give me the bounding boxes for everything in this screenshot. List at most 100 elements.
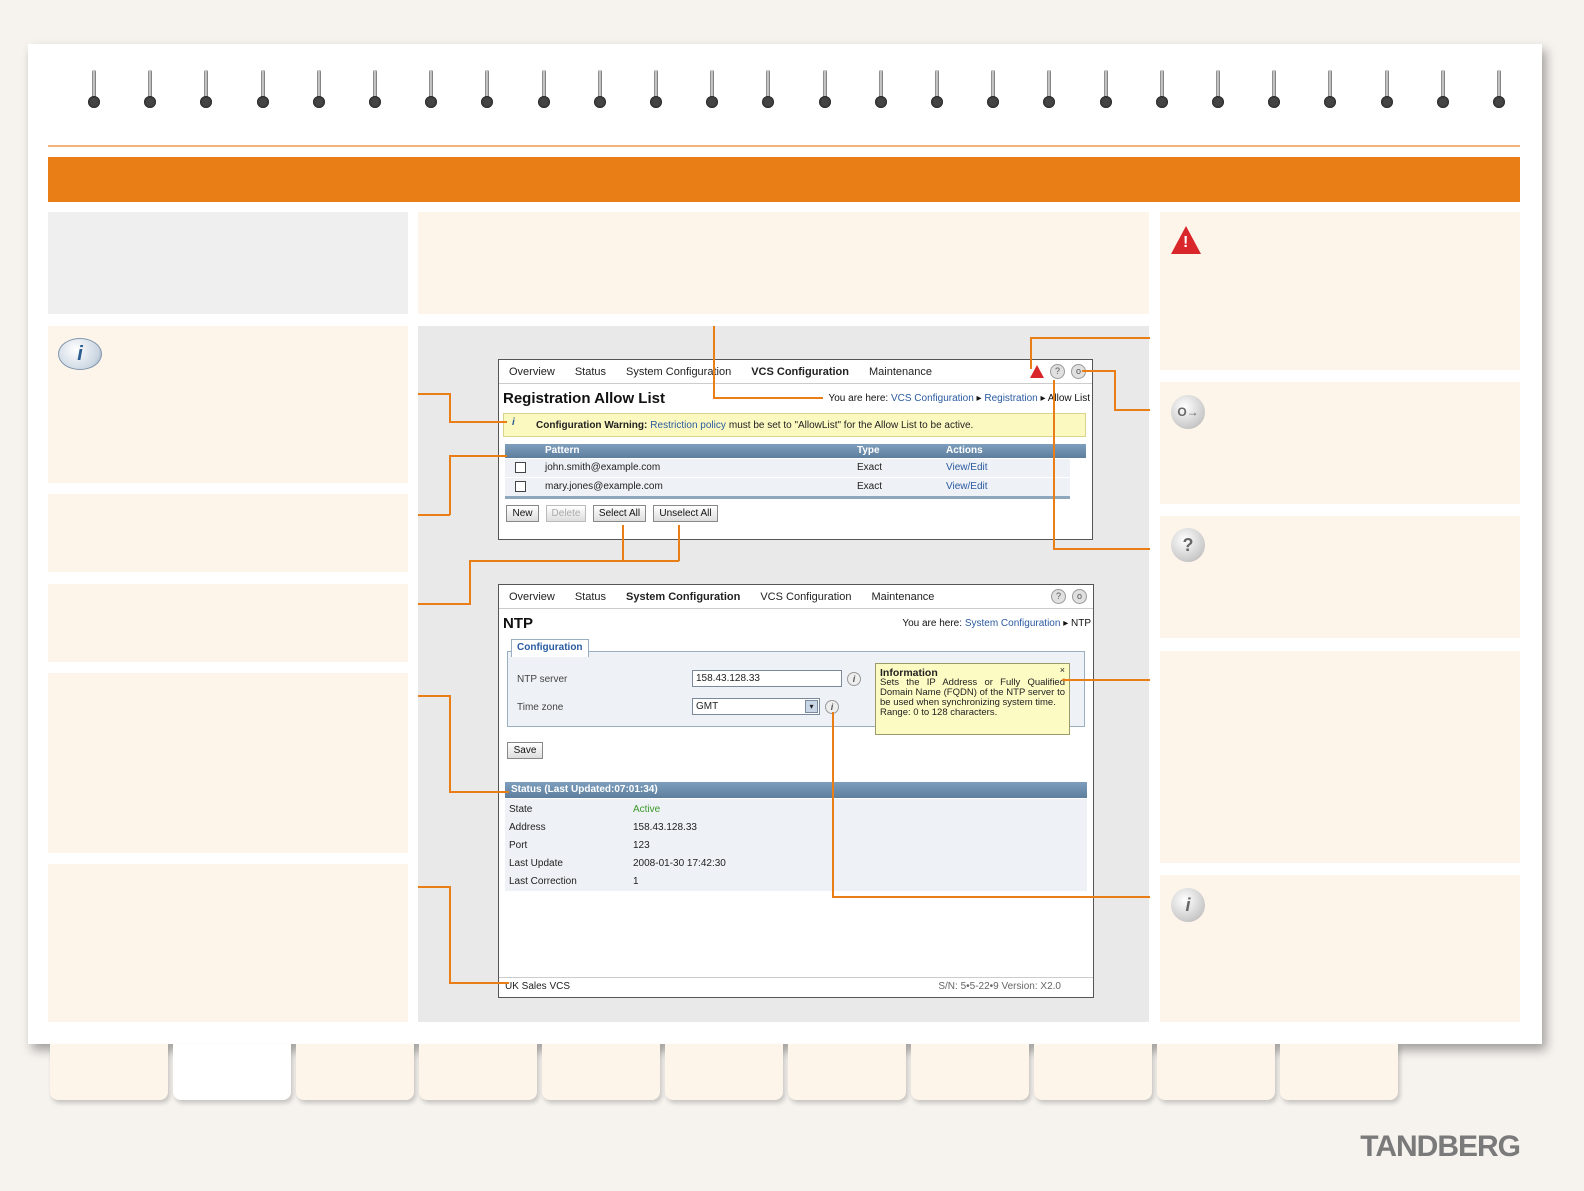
binding-ring — [481, 70, 495, 110]
nav-vcs-configuration[interactable]: VCS Configuration — [760, 591, 851, 603]
binding-ring — [1099, 70, 1114, 110]
chevron-down-icon[interactable]: ▾ — [805, 700, 818, 713]
logout-icon[interactable]: o — [1072, 589, 1087, 604]
ntp-server-label: NTP server — [517, 674, 568, 685]
callout-line — [449, 421, 507, 423]
section-tab[interactable] — [296, 1044, 414, 1100]
row-checkbox[interactable] — [515, 481, 526, 492]
binding-ring — [537, 70, 552, 110]
status-label: Port — [509, 840, 528, 851]
nav-vcs-configuration[interactable]: VCS Configuration — [751, 366, 849, 378]
status-label: Last Update — [509, 858, 563, 869]
section-tab[interactable] — [911, 1044, 1029, 1100]
callout-line — [418, 514, 450, 516]
callout-line — [1114, 409, 1150, 411]
binding-ring — [144, 70, 158, 110]
breadcrumb: You are here: System Configuration ▸ NTP — [902, 618, 1091, 629]
version-info: S/N: 5•5-22•9 Version: X2.0 — [938, 981, 1061, 992]
section-tab[interactable] — [50, 1044, 168, 1100]
page-title: Registration Allow List — [503, 390, 665, 407]
breadcrumb-system-configuration[interactable]: System Configuration — [965, 618, 1061, 629]
breadcrumb-prefix: You are here: — [828, 393, 889, 404]
callout-line — [1062, 679, 1150, 681]
breadcrumb-registration[interactable]: Registration — [984, 393, 1037, 404]
left-intro-panel — [48, 212, 408, 314]
select-all-button[interactable]: Select All — [593, 505, 646, 522]
spiral-binding — [88, 70, 1558, 114]
close-icon[interactable]: × — [1060, 665, 1065, 675]
allow-list-screenshot: Overview Status System Configuration VCS… — [498, 359, 1093, 540]
unselect-all-button[interactable]: Unselect All — [653, 505, 718, 522]
col-pattern[interactable]: Pattern — [545, 445, 579, 456]
ntp-server-input[interactable]: 158.43.128.33 — [692, 670, 842, 687]
right-panel-info — [1160, 875, 1520, 1022]
binding-ring — [88, 70, 102, 110]
configuration-legend: Configuration — [511, 639, 589, 657]
nav-status[interactable]: Status — [575, 591, 606, 603]
row-type: Exact — [857, 462, 883, 473]
section-tab[interactable] — [542, 1044, 660, 1100]
breadcrumb-vcs-configuration[interactable]: VCS Configuration — [891, 393, 974, 404]
nav-maintenance[interactable]: Maintenance — [869, 366, 932, 378]
help-icon[interactable]: ? — [1051, 589, 1066, 604]
nav-system-configuration[interactable]: System Configuration — [626, 366, 731, 378]
binding-ring — [1380, 70, 1395, 110]
info-icon[interactable]: i — [847, 672, 861, 686]
row-view-edit-link[interactable]: View/Edit — [946, 481, 988, 492]
right-panel-alarm — [1160, 212, 1520, 370]
section-tab[interactable] — [1034, 1044, 1152, 1100]
section-title-band — [48, 157, 1520, 202]
callout-line — [832, 896, 1150, 898]
help-icon[interactable]: ? — [1050, 364, 1065, 379]
status-value: 1 — [633, 876, 639, 887]
row-checkbox[interactable] — [515, 462, 526, 473]
new-button[interactable]: New — [506, 505, 539, 522]
nav-overview[interactable]: Overview — [509, 366, 555, 378]
col-actions: Actions — [946, 445, 983, 456]
status-value: Active — [633, 804, 661, 815]
callout-line — [1082, 370, 1115, 372]
callout-line — [713, 397, 823, 399]
ntp-screenshot: Overview Status System Configuration VCS… — [498, 584, 1094, 998]
section-tab[interactable] — [173, 1044, 291, 1100]
row-view-edit-link[interactable]: View/Edit — [946, 462, 988, 473]
header-rule — [48, 145, 1520, 147]
status-label: State — [509, 804, 533, 815]
configuration-warning: i Configuration Warning: Restriction pol… — [503, 413, 1086, 437]
time-zone-label: Time zone — [517, 702, 564, 713]
binding-ring — [200, 70, 214, 110]
restriction-policy-link[interactable]: Restriction policy — [650, 420, 726, 431]
right-panel-tooltip — [1160, 651, 1520, 863]
section-tab[interactable] — [665, 1044, 783, 1100]
info-icon: i — [1171, 888, 1205, 922]
callout-line — [449, 455, 451, 515]
binding-ring — [818, 70, 833, 110]
callout-line — [1030, 337, 1150, 339]
status-value: 158.43.128.33 — [633, 822, 697, 833]
nav-overview[interactable]: Overview — [509, 591, 555, 603]
binding-ring — [650, 70, 664, 110]
binding-ring — [1268, 70, 1282, 110]
page-title: NTP — [503, 615, 533, 632]
information-tooltip: × Information Sets the IP Address or Ful… — [875, 663, 1070, 735]
binding-ring — [1493, 70, 1507, 110]
section-tab[interactable] — [419, 1044, 537, 1100]
delete-button[interactable]: Delete — [546, 505, 586, 522]
binding-ring — [931, 70, 945, 110]
section-tab[interactable] — [1280, 1044, 1398, 1100]
breadcrumb-current: NTP — [1071, 618, 1091, 629]
alarm-icon[interactable] — [1030, 365, 1044, 378]
help-icon: ? — [1171, 528, 1205, 562]
save-button[interactable]: Save — [507, 742, 543, 759]
nav-maintenance[interactable]: Maintenance — [871, 591, 934, 603]
tooltip-range: Range: 0 to 128 characters. — [880, 707, 998, 718]
section-tab[interactable] — [1157, 1044, 1275, 1100]
col-type[interactable]: Type — [857, 445, 880, 456]
row-pattern: mary.jones@example.com — [545, 481, 663, 492]
binding-ring — [369, 70, 383, 110]
nav-system-configuration[interactable]: System Configuration — [626, 591, 740, 603]
warning-label: Configuration Warning: — [536, 419, 648, 431]
section-tab[interactable] — [788, 1044, 906, 1100]
time-zone-select[interactable]: GMT ▾ — [692, 698, 820, 715]
nav-status[interactable]: Status — [575, 366, 606, 378]
